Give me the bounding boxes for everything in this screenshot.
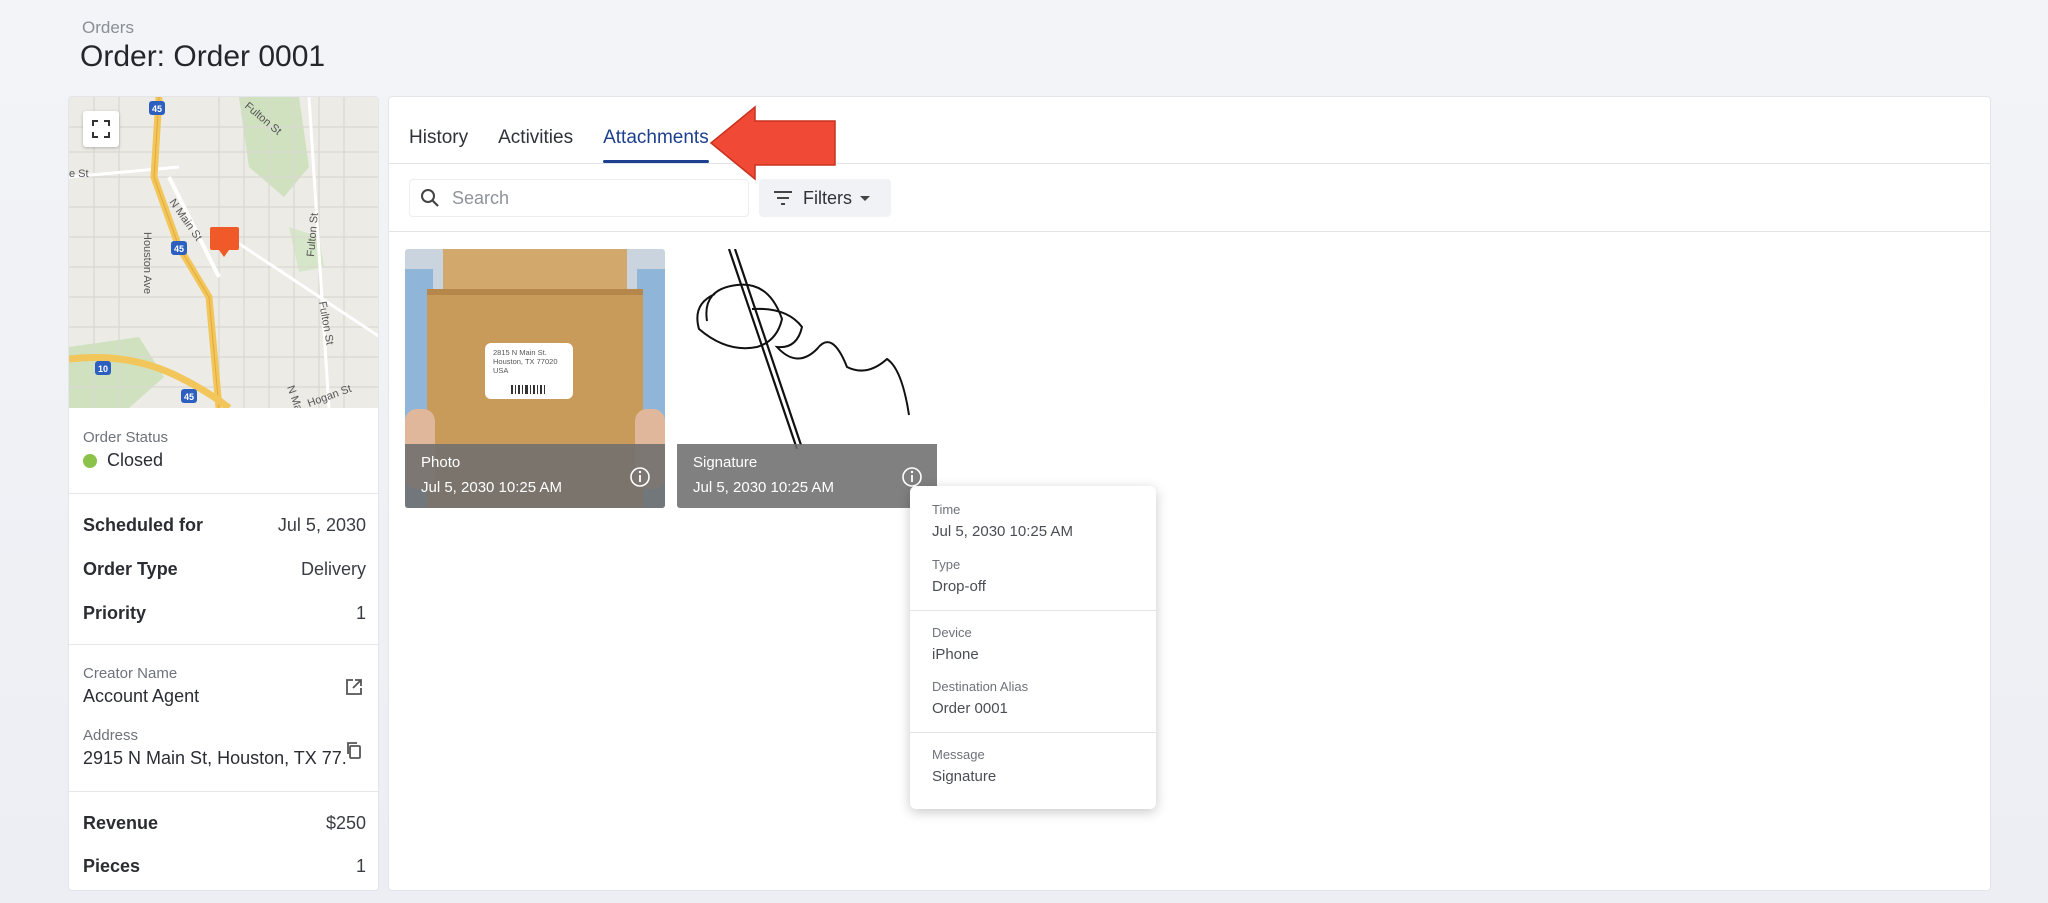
fullscreen-button[interactable] [83, 111, 119, 147]
popover-time-label: Time [932, 502, 961, 517]
revenue-value: $250 [325, 813, 366, 833]
search-input[interactable] [452, 187, 732, 209]
priority-value: 1 [355, 603, 366, 623]
box-label-line: 2815 N Main St. [493, 348, 547, 357]
pieces-label: Pieces [83, 856, 141, 876]
info-icon[interactable] [901, 466, 923, 488]
chevron-down-icon [860, 195, 870, 201]
order-status-label: Order Status [83, 429, 169, 446]
attachment-type: Signature [693, 454, 758, 471]
highway-shield: 10 [98, 364, 108, 374]
fullscreen-icon [92, 120, 110, 138]
scheduled-value: Jul 5, 2030 [277, 515, 366, 535]
popover-type-label: Type [932, 557, 961, 572]
order-status: Order Status Closed [83, 429, 168, 471]
status-dot-icon [83, 453, 97, 468]
address-value: 2915 N Main St, Houston, TX 77... [83, 748, 347, 768]
attachment-info-popover: Time Jul 5, 2030 10:25 AM Type Drop-off … [910, 486, 1156, 809]
order-type-value: Delivery [300, 559, 366, 579]
popover-alias-value: Order 0001 [932, 700, 1008, 717]
tile-caption: Photo Jul 5, 2030 10:25 AM [405, 444, 665, 508]
popover-message-label: Message [932, 747, 985, 762]
tab-activities[interactable]: Activities [498, 127, 573, 163]
attachment-time: Jul 5, 2030 10:25 AM [693, 479, 834, 496]
tab-bar: History Activities Attachments [409, 127, 739, 163]
divider [389, 231, 1990, 232]
divider [69, 644, 378, 645]
popover-type-value: Drop-off [932, 578, 986, 595]
red-arrow-annotation-icon [709, 105, 836, 181]
divider [910, 732, 1156, 733]
attachment-type: Photo [421, 454, 461, 471]
highway-shield: 45 [184, 392, 194, 402]
creator-label: Creator Name [83, 665, 178, 682]
creator-value: Account Agent [83, 686, 200, 706]
popover-device-label: Device [932, 625, 972, 640]
filter-icon [774, 191, 792, 205]
info-icon[interactable] [629, 466, 651, 488]
street-label: Houston Ave [141, 232, 153, 294]
priority-row: Priority 1 [83, 603, 366, 624]
filters-button[interactable]: Filters [759, 179, 891, 217]
order-type-label: Order Type [83, 559, 178, 579]
divider [69, 791, 378, 792]
attachment-time: Jul 5, 2030 10:25 AM [421, 479, 562, 496]
pieces-value: 1 [355, 856, 366, 876]
highway-shield: 45 [174, 244, 184, 254]
address-label: Address [83, 727, 139, 744]
divider [69, 493, 378, 494]
search-icon [421, 189, 439, 207]
popover-time-value: Jul 5, 2030 10:25 AM [932, 523, 1073, 540]
street-label: e St [69, 168, 89, 180]
priority-label: Priority [83, 603, 147, 623]
tab-attachments[interactable]: Attachments [603, 127, 709, 163]
creator-block: Creator Name Account Agent [83, 665, 366, 707]
attachments-panel: History Activities Attachments Filters [388, 96, 1991, 891]
tab-history[interactable]: History [409, 127, 468, 163]
popover-alias-label: Destination Alias [932, 679, 1029, 694]
divider [389, 163, 1990, 164]
box-label-line: USA [493, 366, 508, 375]
scheduled-label: Scheduled for [83, 515, 204, 535]
filters-label: Filters [803, 187, 852, 208]
scheduled-row: Scheduled for Jul 5, 2030 [83, 515, 366, 536]
popover-message-value: Signature [932, 768, 997, 785]
order-type-row: Order Type Delivery [83, 559, 366, 580]
page-title: Order: Order 0001 [80, 40, 326, 73]
divider [910, 610, 1156, 611]
revenue-row: Revenue $250 [83, 813, 366, 834]
search-field[interactable] [409, 179, 749, 217]
revenue-label: Revenue [83, 813, 159, 833]
pieces-row: Pieces 1 [83, 856, 366, 877]
map[interactable]: 45 45 10 45 Fulton St N Main St Houston … [69, 97, 378, 408]
address-block: Address 2915 N Main St, Houston, TX 77..… [83, 727, 366, 769]
attachment-tile-signature[interactable]: Signature Jul 5, 2030 10:25 AM [677, 249, 937, 508]
open-external-icon[interactable] [344, 677, 364, 697]
order-status-value: Closed [107, 450, 164, 470]
popover-device-value: iPhone [932, 646, 979, 663]
highway-shield: 45 [152, 104, 162, 114]
box-label-line: Houston, TX 77020 [493, 357, 558, 366]
breadcrumb[interactable]: Orders [82, 18, 134, 38]
order-details-card: 45 45 10 45 Fulton St N Main St Houston … [68, 96, 379, 891]
copy-icon[interactable] [344, 740, 364, 760]
attachment-tile-photo[interactable]: 2815 N Main St. Houston, TX 77020 USA Ph… [405, 249, 665, 508]
tile-caption: Signature Jul 5, 2030 10:25 AM [677, 444, 937, 508]
